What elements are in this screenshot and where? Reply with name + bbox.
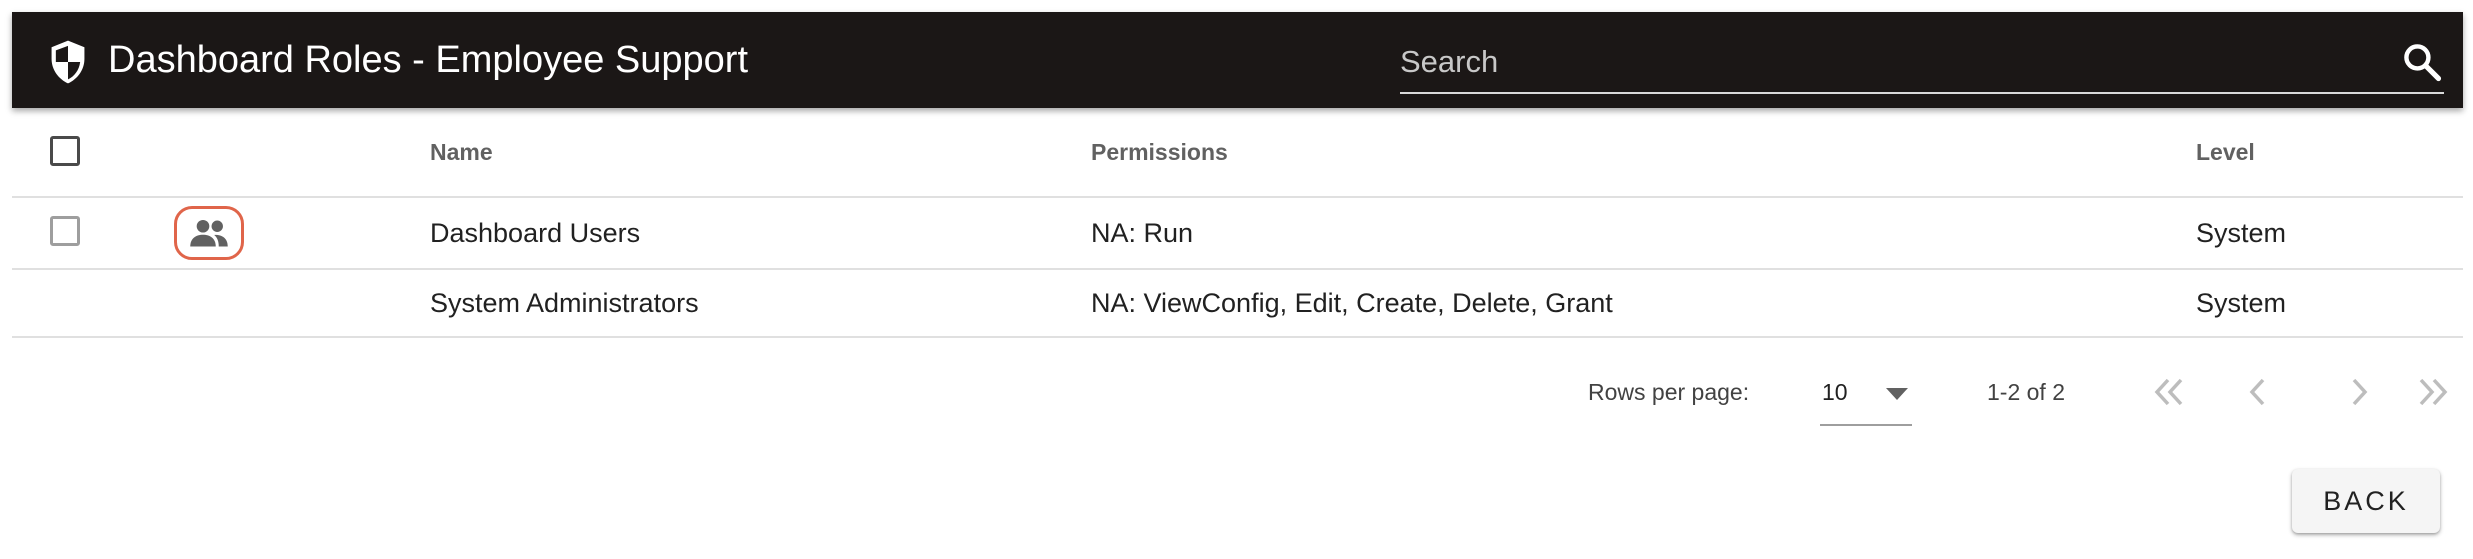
rows-per-page-select[interactable]: 10 [1820,366,1912,426]
shield-icon [51,40,85,84]
role-name: Dashboard Users [430,217,641,248]
column-header-name[interactable]: Name [430,108,493,196]
back-button[interactable]: BACK [2292,469,2440,533]
next-page-button[interactable] [2337,370,2381,414]
row-checkbox[interactable] [50,216,80,246]
rows-per-page-value: 10 [1822,379,1848,405]
last-page-button[interactable] [2411,370,2455,414]
previous-page-button[interactable] [2236,370,2280,414]
role-permissions: NA: Run [1091,217,1194,248]
search-icon[interactable] [2400,40,2444,84]
table-row[interactable]: System Administrators NA: ViewConfig, Ed… [12,270,2463,338]
search-input[interactable] [1400,38,2360,86]
column-header-level[interactable]: Level [2196,108,2255,196]
role-level: System [2196,217,2287,248]
chevron-right-icon [2352,378,2368,406]
role-permissions: NA: ViewConfig, Edit, Create, Delete, Gr… [1091,287,1613,318]
page-range: 1-2 of 2 [1987,379,2065,405]
role-name: System Administrators [430,287,699,318]
group-members-button[interactable] [174,206,244,260]
app: Dashboard Roles - Employee Support Name … [12,12,2463,559]
page-title: Dashboard Roles - Employee Support [108,39,749,81]
last-page-icon [2419,378,2448,406]
rows-per-page-label: Rows per page: [1588,379,1750,405]
pagination: Rows per page: 10 1-2 of 2 [12,354,2463,434]
search-box [1400,34,2444,94]
caret-down-icon [1886,388,1908,400]
group-icon [190,219,228,247]
first-page-button[interactable] [2147,370,2191,414]
chevron-left-icon [2249,378,2265,406]
select-all-checkbox[interactable] [50,136,80,166]
column-header-permissions[interactable]: Permissions [1091,108,1228,196]
app-header: Dashboard Roles - Employee Support [12,12,2463,108]
role-level: System [2196,287,2287,318]
first-page-icon [2154,378,2183,406]
table-header-row: Name Permissions Level [12,108,2463,198]
table-row[interactable]: Dashboard Users NA: Run System [12,198,2463,270]
